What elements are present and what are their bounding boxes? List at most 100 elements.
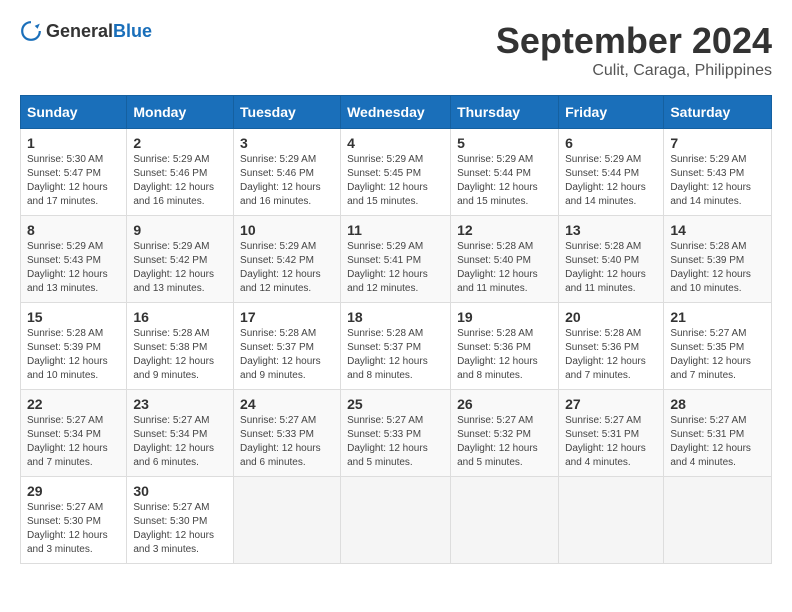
calendar-cell: 5 Sunrise: 5:29 AMSunset: 5:44 PMDaylight… — [451, 129, 559, 216]
location-subtitle: Culit, Caraga, Philippines — [496, 62, 772, 80]
day-info: Sunrise: 5:29 AMSunset: 5:43 PMDaylight:… — [670, 153, 765, 209]
day-info: Sunrise: 5:28 AMSunset: 5:37 PMDaylight:… — [347, 327, 444, 383]
day-info: Sunrise: 5:27 AMSunset: 5:33 PMDaylight:… — [347, 414, 444, 470]
calendar-cell — [451, 477, 559, 564]
day-number: 17 — [240, 309, 334, 325]
calendar-week-row: 22Sunrise: 5:27 AMSunset: 5:34 PMDayligh… — [21, 390, 772, 477]
day-info: Sunrise: 5:28 AMSunset: 5:39 PMDaylight:… — [27, 327, 120, 383]
day-number: 23 — [133, 396, 227, 412]
day-info: Sunrise: 5:29 AMSunset: 5:46 PMDaylight:… — [240, 153, 334, 209]
day-info: Sunrise: 5:28 AMSunset: 5:36 PMDaylight:… — [457, 327, 552, 383]
day-number: 28 — [670, 396, 765, 412]
day-number: 4 — [347, 135, 444, 151]
calendar-cell: 12 Sunrise: 5:28 AMSunset: 5:40 PMDayligh… — [451, 216, 559, 303]
column-header-wednesday: Wednesday — [341, 96, 451, 129]
day-number: 22 — [27, 396, 120, 412]
calendar-cell: 2 Sunrise: 5:29 AMSunset: 5:46 PMDaylight… — [127, 129, 234, 216]
calendar-cell: 1 Sunrise: 5:30 AMSunset: 5:47 PMDaylight… — [21, 129, 127, 216]
column-header-sunday: Sunday — [21, 96, 127, 129]
calendar-cell: 29 Sunrise: 5:27 AMSunset: 5:30 PMDayligh… — [21, 477, 127, 564]
day-number: 2 — [133, 135, 227, 151]
calendar-cell: 22Sunrise: 5:27 AMSunset: 5:34 PMDayligh… — [21, 390, 127, 477]
calendar-cell — [234, 477, 341, 564]
title-section: September 2024 Culit, Caraga, Philippine… — [496, 20, 772, 80]
calendar-week-row: 29 Sunrise: 5:27 AMSunset: 5:30 PMDayligh… — [21, 477, 772, 564]
day-info: Sunrise: 5:27 AMSunset: 5:30 PMDaylight:… — [133, 501, 227, 557]
logo-icon — [20, 20, 42, 42]
day-info: Sunrise: 5:29 AMSunset: 5:44 PMDaylight:… — [457, 153, 552, 209]
calendar-cell: 17 Sunrise: 5:28 AMSunset: 5:37 PMDayligh… — [234, 303, 341, 390]
page-header: GeneralBlue September 2024 Culit, Caraga… — [20, 20, 772, 80]
day-info: Sunrise: 5:30 AMSunset: 5:47 PMDaylight:… — [27, 153, 120, 209]
day-number: 9 — [133, 222, 227, 238]
day-info: Sunrise: 5:27 AMSunset: 5:30 PMDaylight:… — [27, 501, 120, 557]
calendar-week-row: 8Sunrise: 5:29 AMSunset: 5:43 PMDaylight… — [21, 216, 772, 303]
calendar-cell — [341, 477, 451, 564]
calendar-cell: 15 Sunrise: 5:28 AMSunset: 5:39 PMDayligh… — [21, 303, 127, 390]
day-info: Sunrise: 5:29 AMSunset: 5:42 PMDaylight:… — [133, 240, 227, 296]
calendar-cell: 28Sunrise: 5:27 AMSunset: 5:31 PMDayligh… — [664, 390, 772, 477]
calendar-table: SundayMondayTuesdayWednesdayThursdayFrid… — [20, 95, 772, 564]
day-info: Sunrise: 5:28 AMSunset: 5:40 PMDaylight:… — [457, 240, 552, 296]
calendar-cell: 14 Sunrise: 5:28 AMSunset: 5:39 PMDayligh… — [664, 216, 772, 303]
calendar-cell: 11Sunrise: 5:29 AMSunset: 5:41 PMDayligh… — [341, 216, 451, 303]
day-info: Sunrise: 5:29 AMSunset: 5:44 PMDaylight:… — [565, 153, 657, 209]
day-number: 18 — [347, 309, 444, 325]
day-number: 6 — [565, 135, 657, 151]
calendar-cell: 30 Sunrise: 5:27 AMSunset: 5:30 PMDayligh… — [127, 477, 234, 564]
column-header-thursday: Thursday — [451, 96, 559, 129]
calendar-week-row: 1 Sunrise: 5:30 AMSunset: 5:47 PMDaylight… — [21, 129, 772, 216]
day-number: 29 — [27, 483, 120, 499]
calendar-cell: 25Sunrise: 5:27 AMSunset: 5:33 PMDayligh… — [341, 390, 451, 477]
calendar-cell — [559, 477, 664, 564]
day-number: 27 — [565, 396, 657, 412]
day-number: 13 — [565, 222, 657, 238]
calendar-cell: 23Sunrise: 5:27 AMSunset: 5:34 PMDayligh… — [127, 390, 234, 477]
day-info: Sunrise: 5:27 AMSunset: 5:33 PMDaylight:… — [240, 414, 334, 470]
day-number: 16 — [133, 309, 227, 325]
calendar-cell: 6 Sunrise: 5:29 AMSunset: 5:44 PMDaylight… — [559, 129, 664, 216]
calendar-cell: 24 Sunrise: 5:27 AMSunset: 5:33 PMDayligh… — [234, 390, 341, 477]
calendar-cell — [664, 477, 772, 564]
day-number: 21 — [670, 309, 765, 325]
calendar-cell: 10Sunrise: 5:29 AMSunset: 5:42 PMDayligh… — [234, 216, 341, 303]
day-number: 5 — [457, 135, 552, 151]
calendar-cell: 19 Sunrise: 5:28 AMSunset: 5:36 PMDayligh… — [451, 303, 559, 390]
day-number: 14 — [670, 222, 765, 238]
day-info: Sunrise: 5:28 AMSunset: 5:37 PMDaylight:… — [240, 327, 334, 383]
day-number: 15 — [27, 309, 120, 325]
logo-text-general: General — [46, 21, 113, 41]
day-info: Sunrise: 5:29 AMSunset: 5:43 PMDaylight:… — [27, 240, 120, 296]
calendar-cell: 21Sunrise: 5:27 AMSunset: 5:35 PMDayligh… — [664, 303, 772, 390]
day-info: Sunrise: 5:28 AMSunset: 5:40 PMDaylight:… — [565, 240, 657, 296]
day-number: 3 — [240, 135, 334, 151]
logo-text-blue: Blue — [113, 21, 152, 41]
column-header-monday: Monday — [127, 96, 234, 129]
day-number: 1 — [27, 135, 120, 151]
calendar-cell: 20 Sunrise: 5:28 AMSunset: 5:36 PMDayligh… — [559, 303, 664, 390]
day-number: 7 — [670, 135, 765, 151]
calendar-cell: 26Sunrise: 5:27 AMSunset: 5:32 PMDayligh… — [451, 390, 559, 477]
calendar-header-row: SundayMondayTuesdayWednesdayThursdayFrid… — [21, 96, 772, 129]
day-number: 19 — [457, 309, 552, 325]
day-info: Sunrise: 5:28 AMSunset: 5:36 PMDaylight:… — [565, 327, 657, 383]
column-header-friday: Friday — [559, 96, 664, 129]
calendar-cell: 4 Sunrise: 5:29 AMSunset: 5:45 PMDaylight… — [341, 129, 451, 216]
day-info: Sunrise: 5:29 AMSunset: 5:46 PMDaylight:… — [133, 153, 227, 209]
day-number: 24 — [240, 396, 334, 412]
day-number: 10 — [240, 222, 334, 238]
calendar-cell: 18 Sunrise: 5:28 AMSunset: 5:37 PMDayligh… — [341, 303, 451, 390]
calendar-cell: 13 Sunrise: 5:28 AMSunset: 5:40 PMDayligh… — [559, 216, 664, 303]
column-header-saturday: Saturday — [664, 96, 772, 129]
calendar-cell: 27Sunrise: 5:27 AMSunset: 5:31 PMDayligh… — [559, 390, 664, 477]
calendar-cell: 16 Sunrise: 5:28 AMSunset: 5:38 PMDayligh… — [127, 303, 234, 390]
day-number: 12 — [457, 222, 552, 238]
logo: GeneralBlue — [20, 20, 152, 42]
column-header-tuesday: Tuesday — [234, 96, 341, 129]
day-number: 20 — [565, 309, 657, 325]
calendar-cell: 9 Sunrise: 5:29 AMSunset: 5:42 PMDaylight… — [127, 216, 234, 303]
day-number: 30 — [133, 483, 227, 499]
day-info: Sunrise: 5:29 AMSunset: 5:45 PMDaylight:… — [347, 153, 444, 209]
day-info: Sunrise: 5:28 AMSunset: 5:38 PMDaylight:… — [133, 327, 227, 383]
day-info: Sunrise: 5:28 AMSunset: 5:39 PMDaylight:… — [670, 240, 765, 296]
